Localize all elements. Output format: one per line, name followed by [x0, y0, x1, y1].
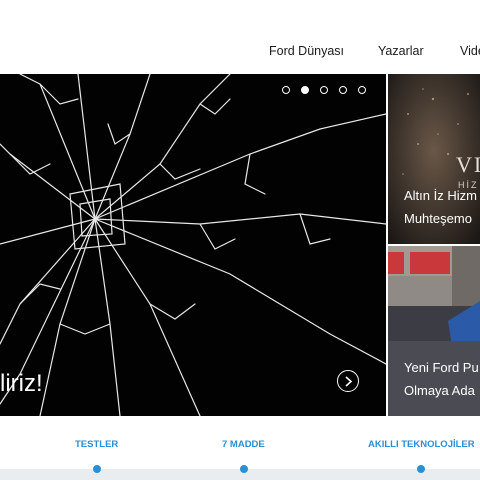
- tab-testler[interactable]: TESTLER: [75, 439, 118, 450]
- tab-akilli-teknolojiler[interactable]: AKILLI TEKNOLOJİLER: [368, 439, 475, 450]
- tab-testler-marker[interactable]: [93, 465, 101, 473]
- side-card-title-line2: Olmaya Ada: [404, 383, 475, 398]
- chevron-right-icon: [345, 376, 353, 387]
- slide-dot-1[interactable]: [282, 86, 290, 94]
- nav-item-yazarlar[interactable]: Yazarlar: [378, 44, 424, 58]
- category-tabs: TESTLER 7 MADDE AKILLI TEKNOLOJİLER: [0, 416, 480, 480]
- hero-slider[interactable]: liriz!: [0, 74, 386, 416]
- nav-item-ford-dunyasi[interactable]: Ford Dünyası: [269, 44, 344, 58]
- side-card-title-line1: Yeni Ford Pu: [404, 360, 479, 375]
- slide-dot-5[interactable]: [358, 86, 366, 94]
- side-card-title-line2: Muhteşemo: [404, 211, 472, 226]
- top-nav: Ford Dünyası Yazarlar Vide: [0, 0, 480, 74]
- slide-dot-2[interactable]: [301, 86, 309, 94]
- side-cards: VI HİZ Altın İz Hizm Muhteşemo Yeni Ford…: [386, 74, 480, 416]
- card-logo-text: VI: [456, 152, 480, 177]
- next-slide-button[interactable]: [337, 370, 359, 392]
- side-card-altin-iz[interactable]: VI HİZ Altın İz Hizm Muhteşemo: [388, 74, 480, 244]
- tab-7-madde-marker[interactable]: [240, 465, 248, 473]
- nav-item-video[interactable]: Vide: [460, 44, 480, 58]
- slide-dot-3[interactable]: [320, 86, 328, 94]
- slide-dot-4[interactable]: [339, 86, 347, 94]
- side-card-yeni-ford[interactable]: Yeni Ford Pu Olmaya Ada: [388, 246, 480, 416]
- shattered-glass-image: [0, 74, 386, 416]
- hero-caption[interactable]: liriz!: [0, 370, 43, 398]
- tab-akilli-teknolojiler-marker[interactable]: [417, 465, 425, 473]
- tab-7-madde[interactable]: 7 MADDE: [222, 439, 265, 450]
- side-card-title-line1: Altın İz Hizm: [404, 188, 477, 203]
